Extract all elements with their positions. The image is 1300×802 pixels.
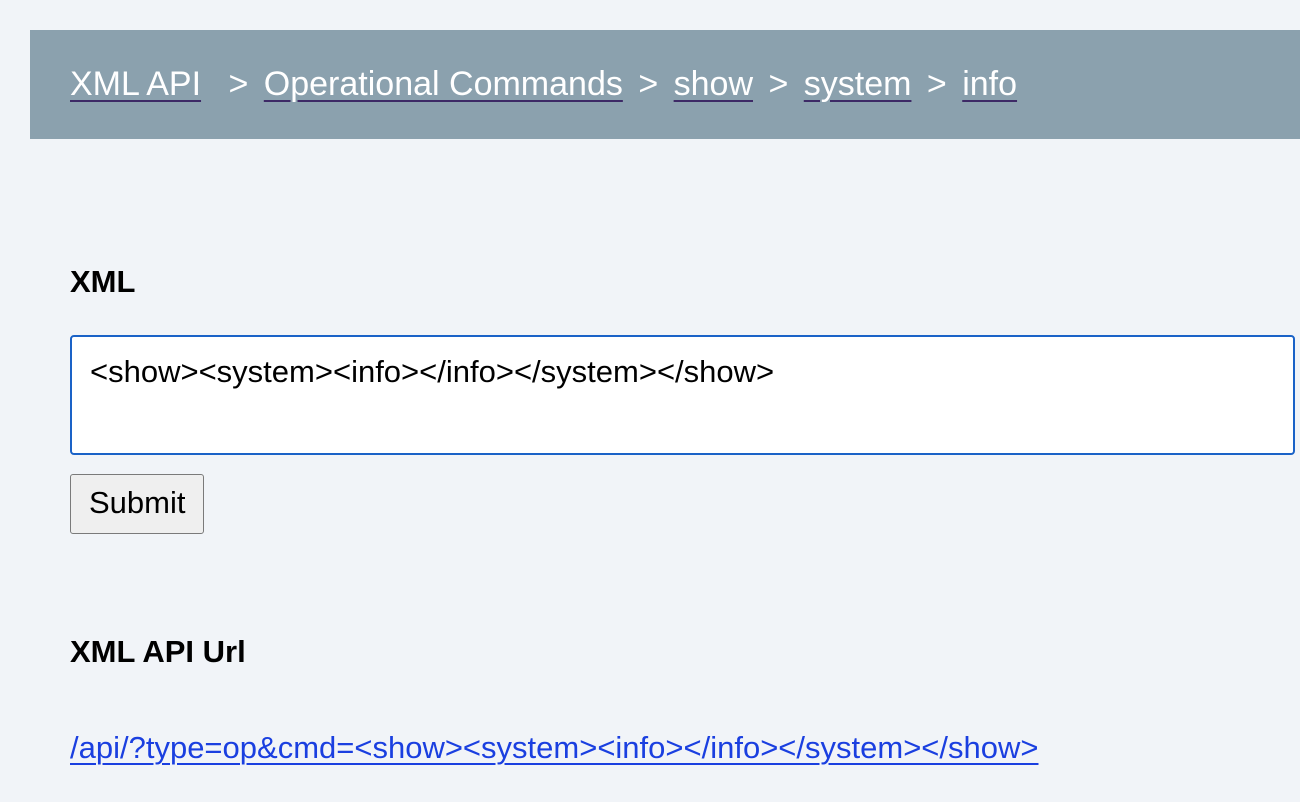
breadcrumb-separator: > [638, 65, 658, 103]
xml-api-url-link[interactable]: /api/?type=op&cmd=<show><system><info></… [70, 730, 1039, 766]
breadcrumb-item-info[interactable]: info [962, 65, 1017, 103]
submit-button[interactable]: Submit [70, 474, 204, 534]
breadcrumb-item-show[interactable]: show [674, 65, 753, 103]
breadcrumb: XML API > Operational Commands > show > … [30, 30, 1300, 139]
breadcrumb-separator: > [228, 65, 248, 103]
breadcrumb-item-system[interactable]: system [804, 65, 912, 103]
xml-input[interactable] [70, 335, 1295, 455]
breadcrumb-separator: > [927, 65, 947, 103]
xml-label: XML [70, 264, 1300, 300]
breadcrumb-separator: > [768, 65, 788, 103]
breadcrumb-item-xml-api[interactable]: XML API [70, 65, 201, 103]
breadcrumb-item-operational-commands[interactable]: Operational Commands [264, 65, 623, 103]
xml-api-url-label: XML API Url [70, 634, 1300, 670]
